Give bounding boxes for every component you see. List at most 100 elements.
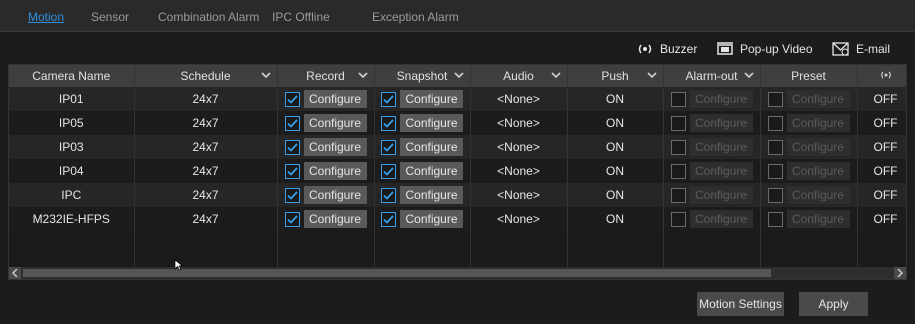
- preset-configure-button[interactable]: Configure: [786, 90, 850, 108]
- buzzer-icon: [636, 42, 654, 56]
- snapshot-cell: Configure: [374, 159, 471, 183]
- col-buzzer: [857, 65, 906, 87]
- record-checkbox[interactable]: [284, 163, 300, 179]
- record-checkbox[interactable]: [284, 187, 300, 203]
- alarm-out-configure-button[interactable]: Configure: [689, 138, 753, 156]
- chevron-down-icon[interactable]: [260, 69, 271, 83]
- scroll-right-icon[interactable]: [894, 267, 906, 279]
- table-row[interactable]: IPC 24x7 Configure Configure <None> ON Configu…: [9, 183, 906, 207]
- record-checkbox[interactable]: [284, 91, 300, 107]
- audio-cell: <None>: [470, 159, 568, 183]
- preset-checkbox[interactable]: [767, 187, 783, 203]
- snapshot-checkbox[interactable]: [381, 139, 396, 155]
- snapshot-cell: Configure: [374, 135, 471, 159]
- record-configure-button[interactable]: Configure: [303, 186, 367, 204]
- schedule-cell: 24x7: [134, 183, 278, 207]
- preset-checkbox[interactable]: [767, 91, 783, 107]
- alarm-out-cell: Configure: [663, 87, 761, 111]
- alarm-out-checkbox[interactable]: [670, 187, 686, 203]
- buzzer-icon: [879, 70, 893, 84]
- alarm-out-checkbox[interactable]: [670, 163, 686, 179]
- col-push[interactable]: Push: [567, 65, 664, 87]
- col-schedule[interactable]: Schedule: [134, 65, 278, 87]
- record-configure-button[interactable]: Configure: [303, 210, 367, 228]
- snapshot-checkbox[interactable]: [381, 91, 396, 107]
- audio-cell: <None>: [470, 111, 568, 135]
- alarm-out-configure-button[interactable]: Configure: [689, 186, 753, 204]
- record-configure-button[interactable]: Configure: [303, 138, 367, 156]
- alarm-out-configure-button[interactable]: Configure: [689, 162, 753, 180]
- email-toggle[interactable]: E-mail: [832, 40, 890, 58]
- preset-configure-button[interactable]: Configure: [786, 138, 850, 156]
- snapshot-checkbox[interactable]: [381, 115, 396, 131]
- buzzer-cell: OFF: [857, 207, 906, 231]
- alarm-out-configure-button[interactable]: Configure: [689, 114, 753, 132]
- scroll-left-icon[interactable]: [9, 267, 21, 279]
- col-audio[interactable]: Audio: [470, 65, 568, 87]
- record-configure-button[interactable]: Configure: [303, 162, 367, 180]
- snapshot-cell: Configure: [374, 87, 471, 111]
- snapshot-configure-button[interactable]: Configure: [400, 186, 463, 204]
- alarm-out-checkbox[interactable]: [670, 115, 686, 131]
- chevron-down-icon[interactable]: [357, 69, 368, 83]
- record-configure-button[interactable]: Configure: [303, 90, 367, 108]
- alarm-out-configure-button[interactable]: Configure: [689, 210, 753, 228]
- preset-checkbox[interactable]: [767, 115, 783, 131]
- push-cell: ON: [567, 183, 664, 207]
- snapshot-configure-button[interactable]: Configure: [400, 90, 463, 108]
- tab-sensor[interactable]: Sensor: [91, 10, 129, 24]
- alarm-out-checkbox[interactable]: [670, 211, 686, 227]
- snapshot-checkbox[interactable]: [381, 211, 396, 227]
- record-checkbox[interactable]: [284, 139, 300, 155]
- preset-checkbox[interactable]: [767, 163, 783, 179]
- snapshot-checkbox[interactable]: [381, 187, 396, 203]
- table-row[interactable]: IP03 24x7 Configure Configure <None> ON Config…: [9, 135, 906, 159]
- alarm-out-checkbox[interactable]: [670, 139, 686, 155]
- col-alarm-out[interactable]: Alarm-out: [663, 65, 761, 87]
- buzzer-cell: OFF: [857, 135, 906, 159]
- preset-checkbox[interactable]: [767, 139, 783, 155]
- motion-settings-button[interactable]: Motion Settings: [697, 292, 784, 316]
- tab-motion[interactable]: Motion: [28, 10, 64, 24]
- alarm-table: Camera Name Schedule Record Snapshot Aud…: [8, 64, 907, 280]
- table-row[interactable]: IP04 24x7 Configure Configure <None> ON Config…: [9, 159, 906, 183]
- tab-ipc-offline[interactable]: IPC Offline: [272, 10, 330, 24]
- tab-exception-alarm[interactable]: Exception Alarm: [372, 10, 459, 24]
- preset-configure-button[interactable]: Configure: [786, 186, 850, 204]
- horizontal-scrollbar[interactable]: [9, 267, 906, 279]
- snapshot-configure-button[interactable]: Configure: [400, 114, 463, 132]
- table-row[interactable]: M232IE-HFPS 24x7 Configure Configure <None> O…: [9, 207, 906, 231]
- snapshot-cell: Configure: [374, 207, 471, 231]
- popup-video-toggle[interactable]: Pop-up Video: [716, 40, 813, 58]
- record-checkbox[interactable]: [284, 115, 300, 131]
- preset-configure-button[interactable]: Configure: [786, 162, 850, 180]
- col-snapshot[interactable]: Snapshot: [374, 65, 471, 87]
- preset-configure-button[interactable]: Configure: [786, 114, 850, 132]
- schedule-cell: 24x7: [134, 159, 278, 183]
- alarm-out-checkbox[interactable]: [670, 91, 686, 107]
- empty-cell: [470, 231, 568, 255]
- empty-cell: [9, 231, 135, 255]
- snapshot-configure-button[interactable]: Configure: [400, 162, 463, 180]
- audio-cell: <None>: [470, 207, 568, 231]
- alarm-out-configure-button[interactable]: Configure: [689, 90, 753, 108]
- chevron-down-icon[interactable]: [550, 69, 561, 83]
- record-configure-button[interactable]: Configure: [303, 114, 367, 132]
- tab-combination-alarm[interactable]: Combination Alarm: [158, 10, 259, 24]
- apply-button[interactable]: Apply: [799, 292, 868, 316]
- table-row[interactable]: IP05 24x7 Configure Configure <None> ON Config…: [9, 111, 906, 135]
- preset-checkbox[interactable]: [767, 211, 783, 227]
- chevron-down-icon[interactable]: [453, 69, 464, 83]
- scrollbar-thumb[interactable]: [23, 269, 771, 277]
- record-checkbox[interactable]: [284, 211, 300, 227]
- table-row[interactable]: IP01 24x7 Configure Configure <None> ON Config…: [9, 87, 906, 111]
- snapshot-configure-button[interactable]: Configure: [400, 210, 463, 228]
- chevron-down-icon[interactable]: [646, 69, 657, 83]
- chevron-down-icon[interactable]: [743, 69, 754, 83]
- tab-bar: Motion Sensor Combination Alarm IPC Offl…: [0, 0, 915, 32]
- snapshot-configure-button[interactable]: Configure: [400, 138, 463, 156]
- snapshot-checkbox[interactable]: [381, 163, 396, 179]
- buzzer-toggle[interactable]: Buzzer: [636, 40, 697, 58]
- col-record[interactable]: Record: [277, 65, 375, 87]
- preset-configure-button[interactable]: Configure: [786, 210, 850, 228]
